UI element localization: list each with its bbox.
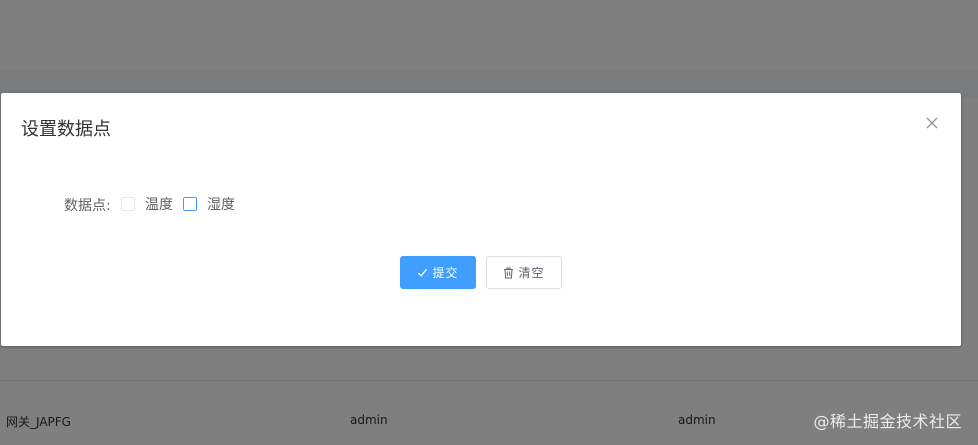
checkbox-label-temperature: 温度 — [145, 197, 173, 213]
dialog-title: 设置数据点 — [21, 119, 111, 140]
checkbox-box[interactable] — [121, 197, 135, 211]
check-icon — [417, 267, 428, 278]
watermark: @稀土掘金技术社区 — [813, 412, 962, 431]
checkbox-temperature[interactable]: 温度 — [121, 195, 173, 213]
checkbox-label-humidity: 湿度 — [207, 197, 235, 213]
trash-icon — [503, 267, 514, 279]
datapoint-form-row: 数据点: 温度 湿度 — [1, 193, 961, 215]
datapoint-label: 数据点: — [64, 198, 111, 214]
set-datapoint-dialog: 设置数据点 数据点: 温度 湿度 提交 清空 — [1, 93, 961, 346]
close-icon[interactable] — [924, 115, 940, 131]
clear-label: 清空 — [518, 266, 545, 280]
clear-button[interactable]: 清空 — [486, 256, 562, 289]
submit-button[interactable]: 提交 — [400, 256, 476, 289]
checkbox-humidity[interactable]: 湿度 — [183, 195, 235, 213]
checkbox-box[interactable] — [183, 197, 197, 211]
submit-label: 提交 — [432, 266, 459, 280]
